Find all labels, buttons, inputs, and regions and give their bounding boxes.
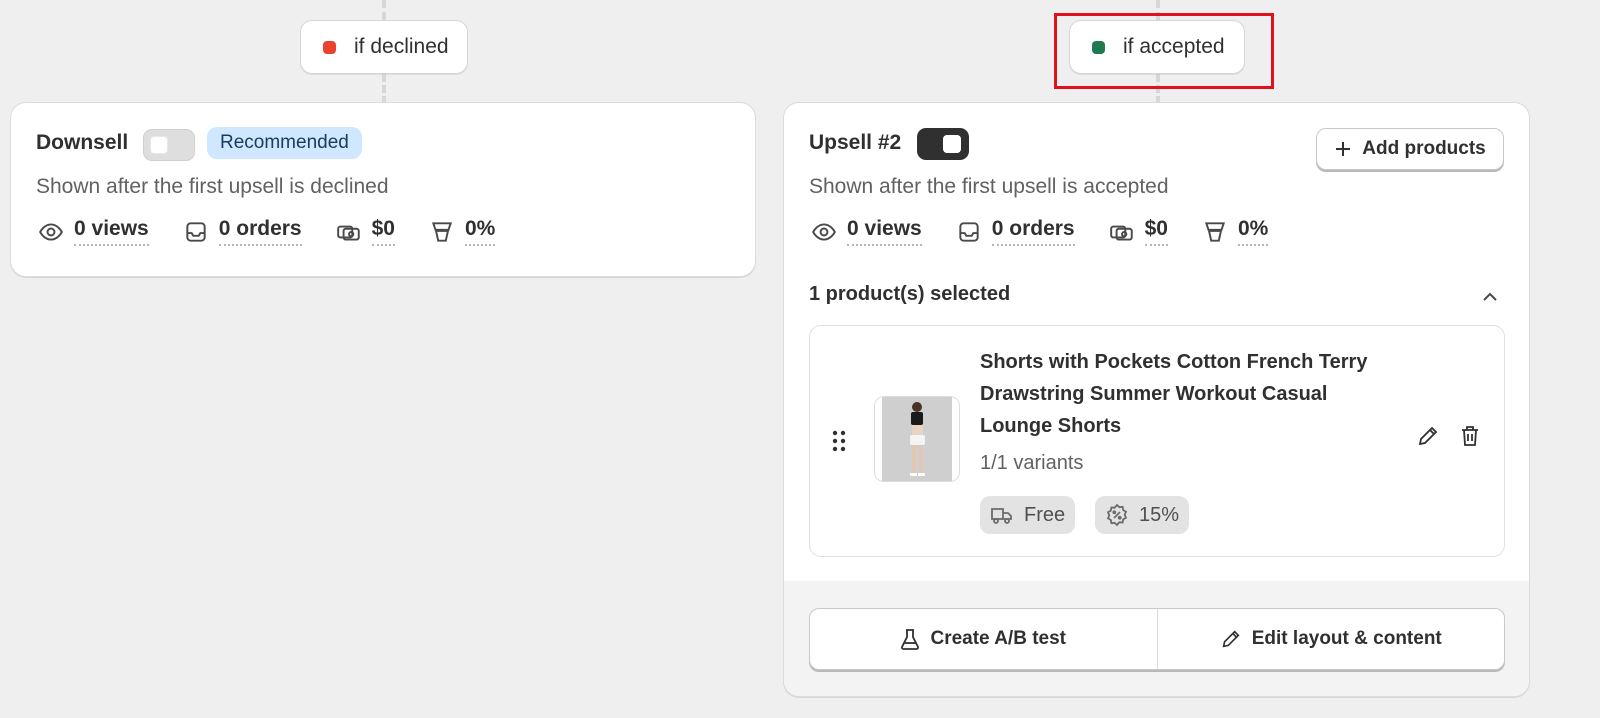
stat-revenue[interactable]: $0 (336, 217, 395, 246)
edit-layout-label: Edit layout & content (1251, 628, 1442, 649)
truck-icon (991, 508, 1012, 524)
add-products-label: Add products (1362, 138, 1486, 159)
connector-declined-top (382, 0, 386, 20)
revenue-value: $0 (1144, 217, 1168, 246)
add-products-button[interactable]: Add products (1316, 128, 1504, 170)
downsell-toggle[interactable] (143, 129, 195, 161)
orders-value: 0 orders (991, 217, 1075, 246)
recommended-badge: Recommended (207, 127, 362, 159)
upsell-toggle[interactable] (917, 128, 969, 160)
toggle-knob (150, 136, 168, 154)
plus-icon (1336, 142, 1351, 156)
stat-revenue[interactable]: $0 (1109, 217, 1168, 246)
upsell-stats: 0 views 0 orders $0 0% (811, 217, 1302, 246)
eye-icon (812, 222, 836, 241)
drag-handle-icon[interactable] (832, 430, 846, 452)
shipping-chip: Free (980, 496, 1076, 534)
stat-views[interactable]: 0 views (811, 217, 922, 246)
branch-declined-pill[interactable]: if declined (300, 20, 468, 74)
product-item: Shorts with Pockets Cotton French Terry … (809, 325, 1505, 557)
views-value: 0 views (74, 217, 149, 246)
declined-status-dot (323, 40, 336, 54)
upsell-subtitle: Shown after the first upsell is accepted (809, 175, 1169, 198)
product-variants: 1/1 variants (980, 452, 1084, 474)
cash-icon (1109, 225, 1133, 241)
discount-chip: 15% (1095, 496, 1190, 534)
connector-declined-bottom (382, 74, 386, 104)
highlight-box (1054, 13, 1274, 89)
flask-icon (901, 629, 920, 650)
revenue-value: $0 (371, 217, 395, 246)
shipping-value: Free (1024, 503, 1066, 526)
edit-layout-button[interactable]: Edit layout & content (1156, 609, 1505, 669)
inbox-icon (186, 221, 206, 242)
product-name: Shorts with Pockets Cotton French Terry … (980, 351, 1368, 437)
chevron-up-icon[interactable] (1480, 287, 1500, 307)
downsell-card: Downsell Recommended Shown after the fir… (10, 102, 756, 277)
stat-orders[interactable]: 0 orders (956, 217, 1075, 246)
downsell-subtitle: Shown after the first upsell is declined (36, 175, 389, 198)
toggle-knob (943, 135, 961, 153)
inbox-icon (959, 221, 979, 242)
card-footer: Create A/B test Edit layout & content (784, 581, 1529, 696)
downsell-stats: 0 views 0 orders $0 0% (38, 217, 529, 246)
trash-icon[interactable] (1458, 424, 1482, 448)
create-ab-test-button[interactable]: Create A/B test (810, 609, 1157, 669)
funnel-icon (1204, 221, 1225, 242)
pencil-icon[interactable] (1416, 424, 1440, 448)
downsell-title: Downsell (36, 131, 129, 154)
product-image (882, 397, 952, 481)
stat-orders[interactable]: 0 orders (183, 217, 302, 246)
conversion-value: 0% (464, 217, 496, 246)
stat-conversion[interactable]: 0% (1202, 217, 1269, 246)
cash-icon (336, 225, 360, 241)
upsell-title: Upsell #2 (809, 131, 902, 154)
create-ab-test-label: Create A/B test (930, 628, 1066, 649)
stat-views[interactable]: 0 views (38, 217, 149, 246)
conversion-value: 0% (1237, 217, 1269, 246)
upsell-card: Upsell #2 Add products Shown after the f… (783, 102, 1530, 697)
stat-conversion[interactable]: 0% (429, 217, 496, 246)
funnel-icon (431, 221, 452, 242)
branch-declined-label: if declined (354, 35, 449, 58)
views-value: 0 views (847, 217, 922, 246)
footer-button-group: Create A/B test Edit layout & content (809, 608, 1505, 670)
product-thumbnail (874, 396, 960, 482)
products-selected-label: 1 product(s) selected (809, 283, 1011, 305)
eye-icon (39, 222, 63, 241)
discount-value: 15% (1139, 503, 1180, 526)
pencil-icon (1222, 630, 1240, 648)
discount-badge-icon (1106, 503, 1128, 527)
orders-value: 0 orders (218, 217, 302, 246)
